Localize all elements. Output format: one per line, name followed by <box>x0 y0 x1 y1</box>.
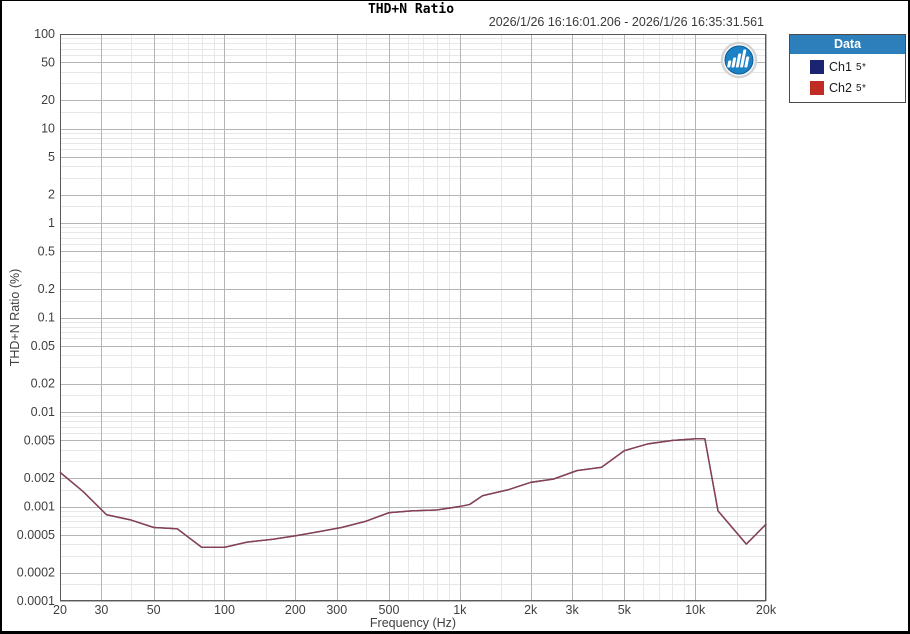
data-legend: Data Ch1 5* Ch2 5* <box>789 34 906 103</box>
audio-analyzer-logo-icon <box>720 41 758 79</box>
series-suffix: 5* <box>855 82 867 94</box>
y-tick-label: 100 <box>34 27 55 41</box>
series-color-swatch <box>810 81 824 95</box>
y-tick-label: 10 <box>41 122 55 136</box>
series-suffix: 5* <box>855 61 867 73</box>
y-axis-title: THD+N Ratio (%) <box>8 269 22 367</box>
y-tick-label: 0.01 <box>31 405 55 419</box>
y-tick-label: 0.0001 <box>17 594 55 608</box>
y-tick-label: 0.0005 <box>17 528 55 542</box>
y-tick-label: 5 <box>48 150 55 164</box>
x-tick-label: 500 <box>379 603 400 617</box>
legend-item[interactable]: Ch2 5* <box>810 81 901 95</box>
legend-item[interactable]: Ch1 5* <box>810 60 901 74</box>
x-tick-label: 100 <box>214 603 235 617</box>
x-tick-label: 200 <box>285 603 306 617</box>
y-tick-label: 1 <box>48 216 55 230</box>
x-tick-label: 3k <box>566 603 580 617</box>
y-tick-label: 0.005 <box>24 433 55 447</box>
series-name: Ch1 <box>829 60 852 74</box>
ch2-curve <box>59 438 767 548</box>
x-tick-label: 20k <box>756 603 777 617</box>
legend-items: Ch1 5* Ch2 5* <box>790 54 905 102</box>
y-tick-label: 0.2 <box>38 282 55 296</box>
x-axis-title: Frequency (Hz) <box>370 616 456 630</box>
x-tick-label: 50 <box>147 603 161 617</box>
x-tick-label: 1k <box>453 603 467 617</box>
thdn-ratio-chart[interactable]: 100 50 20 10 5 2 1 0.5 0.2 0.1 0.05 0.02 0.01 0.005 0.… <box>2 1 910 634</box>
x-tick-label: 10k <box>685 603 706 617</box>
y-tick-label: 0.001 <box>24 500 55 514</box>
y-tick-label: 0.02 <box>31 377 55 391</box>
x-tick-label: 5k <box>618 603 632 617</box>
series-color-swatch <box>810 60 824 74</box>
x-tick-label: 20 <box>53 603 67 617</box>
y-tick-label: 0.05 <box>31 339 55 353</box>
y-tick-label: 0.002 <box>24 471 55 485</box>
y-tick-label: 50 <box>41 55 55 69</box>
y-tick-label: 0.0002 <box>17 566 55 580</box>
y-tick-label: 20 <box>41 93 55 107</box>
x-tick-label: 2k <box>524 603 538 617</box>
ch1-curve <box>59 438 767 548</box>
x-tick-label: 300 <box>326 603 347 617</box>
grid-minor-lines <box>60 34 766 601</box>
x-tick-label: 30 <box>94 603 108 617</box>
legend-header: Data <box>790 35 905 54</box>
y-tick-label: 2 <box>48 188 55 202</box>
y-tick-label: 0.1 <box>38 311 55 325</box>
y-tick-label: 0.5 <box>38 244 55 258</box>
series-name: Ch2 <box>829 81 852 95</box>
analyzer-graph-panel: THD+N Ratio 2026/1/26 16:16:01.206 - 202… <box>0 0 910 634</box>
